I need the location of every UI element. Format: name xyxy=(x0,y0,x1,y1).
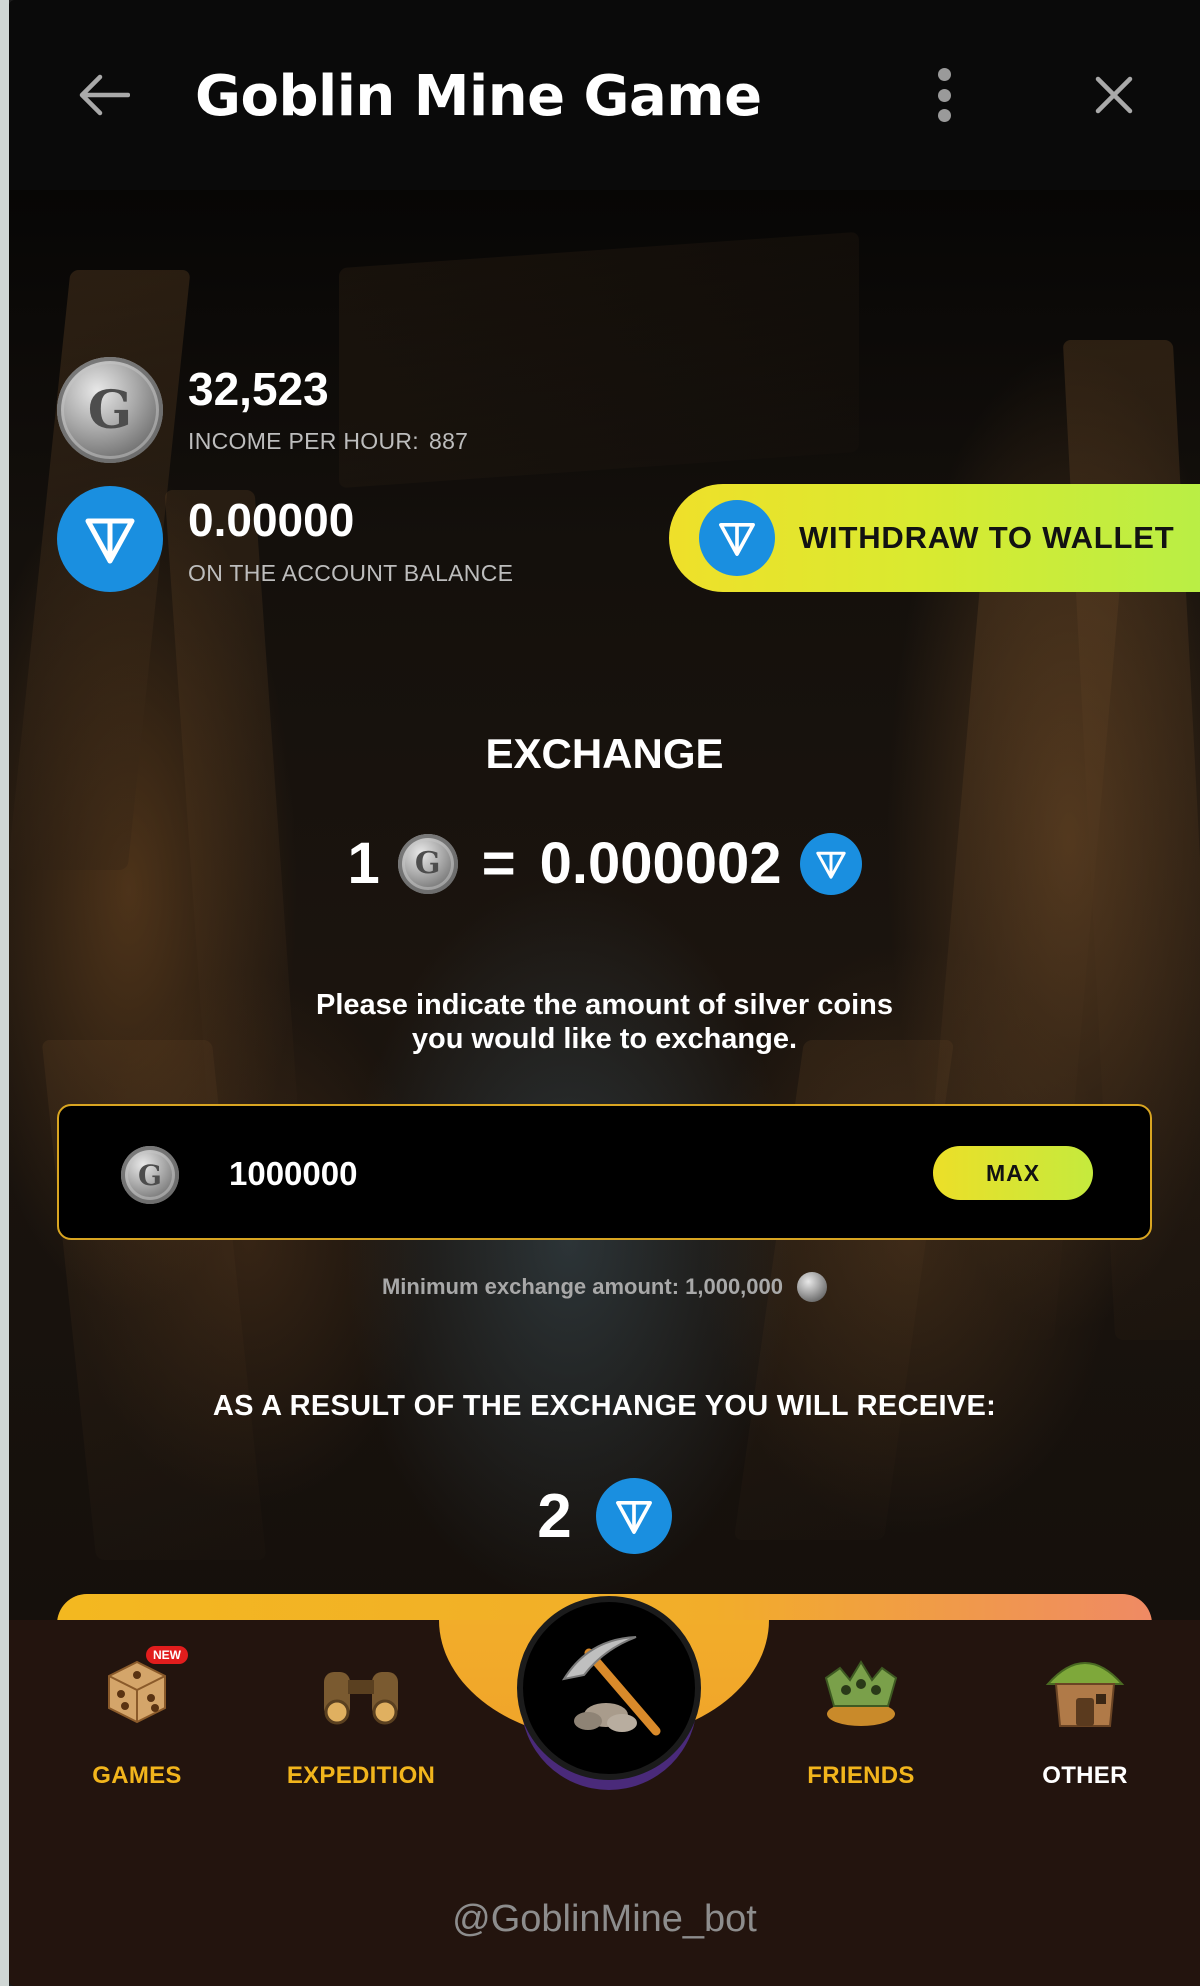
nav-other-label: OTHER xyxy=(1042,1762,1128,1789)
ton-icon xyxy=(699,500,775,576)
exchange-instruction: Please indicate the amount of silver coi… xyxy=(316,989,893,1055)
nav-expedition[interactable]: EXPEDITION xyxy=(261,1640,461,1810)
income-per-hour: INCOME PER HOUR: 887 xyxy=(188,428,468,455)
page-title: Goblin Mine Game xyxy=(195,64,762,129)
close-button[interactable] xyxy=(1079,60,1149,130)
back-button[interactable] xyxy=(69,60,139,130)
ton-balance: 0.00000 xyxy=(188,494,355,546)
silver-coin-icon: G xyxy=(121,1146,179,1204)
kebab-menu-icon xyxy=(937,68,951,81)
background-strip xyxy=(0,0,9,1986)
arrow-left-icon xyxy=(79,74,130,116)
withdraw-label: WITHDRAW TO WALLET xyxy=(799,520,1175,555)
mine-button[interactable] xyxy=(517,1596,701,1780)
income-label: INCOME PER HOUR: xyxy=(188,428,419,454)
pickaxe-icon xyxy=(561,1636,661,1736)
amount-input[interactable] xyxy=(229,1148,769,1200)
rate-right-value: 0.000002 xyxy=(539,831,782,896)
ton-icon xyxy=(799,832,862,895)
binoculars-icon xyxy=(324,1672,398,1725)
result-label: AS A RESULT OF THE EXCHANGE YOU WILL REC… xyxy=(212,1390,997,1422)
silver-coin-icon xyxy=(797,1272,828,1302)
title-bar: Goblin Mine Game xyxy=(9,0,1200,190)
exchange-title: EXCHANGE xyxy=(485,730,724,777)
amount-field[interactable]: G MAX xyxy=(57,1104,1152,1240)
new-badge: NEW xyxy=(146,1646,188,1664)
silver-coin-icon: G xyxy=(397,833,458,894)
app-window: Goblin Mine Game G 32,523 INCOME PER HOU… xyxy=(9,0,1200,1986)
income-value: 887 xyxy=(428,428,469,454)
nav-games[interactable]: NEW GAMES xyxy=(37,1640,237,1810)
goblin-friends-icon xyxy=(824,1660,898,1726)
nav-other[interactable]: OTHER xyxy=(985,1640,1185,1810)
ton-icon xyxy=(595,1478,672,1554)
rate-left-value: 1 xyxy=(347,831,380,896)
max-button[interactable]: MAX xyxy=(933,1146,1093,1200)
silver-balance: 32,523 xyxy=(188,363,329,415)
silver-coin-icon: G xyxy=(57,357,163,463)
nav-friends-label: FRIENDS xyxy=(807,1762,915,1789)
withdraw-to-wallet-button[interactable]: WITHDRAW TO WALLET xyxy=(669,484,1200,592)
hut-icon xyxy=(1045,1662,1125,1727)
ton-balance-label: ON THE ACCOUNT BALANCE xyxy=(188,560,514,586)
bot-handle: @GoblinMine_bot xyxy=(452,1898,757,1940)
result-amount: 2 xyxy=(9,1478,1200,1554)
rate-equals: = xyxy=(481,831,516,896)
nav-expedition-label: EXPEDITION xyxy=(286,1762,436,1789)
exchange-rate: 1 G = 0.000002 xyxy=(9,830,1200,897)
close-icon xyxy=(1095,76,1133,114)
nav-games-label: GAMES xyxy=(92,1762,182,1789)
nav-friends[interactable]: FRIENDS xyxy=(761,1640,961,1810)
kebab-menu-button[interactable] xyxy=(919,62,969,128)
minimum-exchange-note: Minimum exchange amount: 1,000,000 xyxy=(9,1272,1200,1302)
ton-icon xyxy=(57,486,163,592)
result-value: 2 xyxy=(537,1481,572,1551)
minimum-exchange-text: Minimum exchange amount: 1,000,000 xyxy=(381,1274,784,1299)
